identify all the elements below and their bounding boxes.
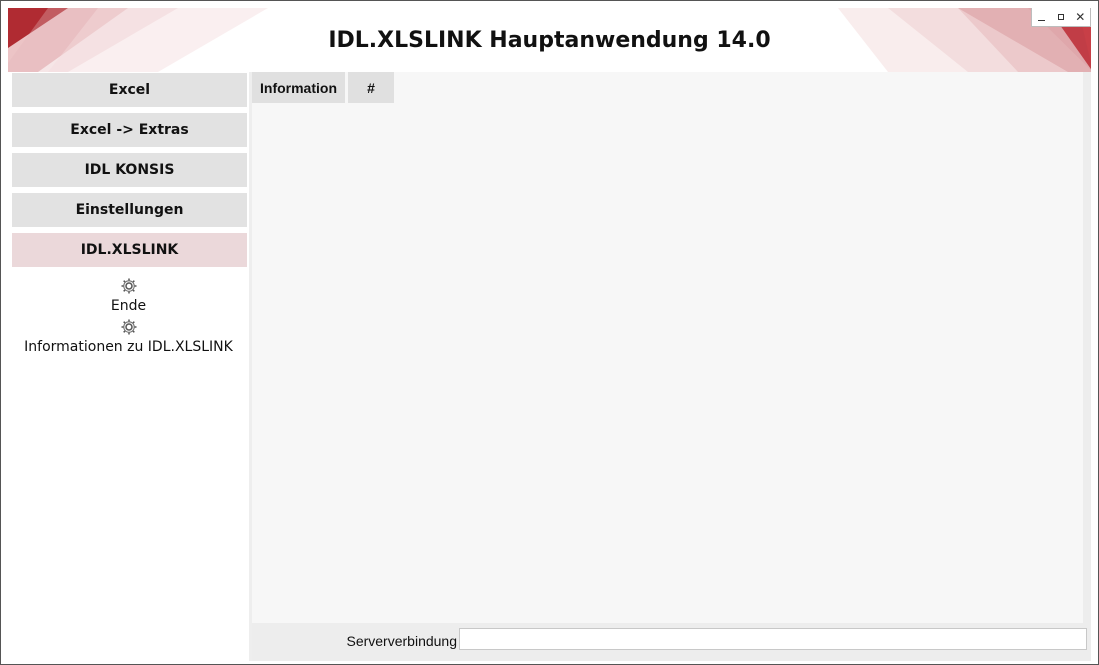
minimize-icon [1038,20,1046,21]
tab-information[interactable]: Information [252,72,345,103]
gear-icon [121,319,136,335]
maximize-button[interactable] [1053,9,1069,25]
tab-hash[interactable]: # [348,72,394,103]
tab-bar: Information # [252,72,397,103]
sidebar: Excel Excel -> Extras IDL KONSIS Einstel… [8,72,249,661]
maximize-icon [1057,14,1064,20]
window-controls: ✕ [1031,8,1091,27]
menu-item-label: Ende [110,298,147,314]
scrollbar-track[interactable] [1083,72,1091,623]
sidebar-item-idl-xlslink[interactable]: IDL.XLSLINK [12,233,247,267]
server-connection-label: Serververbindung [346,633,457,649]
sidebar-subitems: Ende Informationen zu IDL.XLSLINK [8,277,249,359]
sidebar-item-excel-extras[interactable]: Excel -> Extras [12,113,247,147]
status-bar: Serververbindung [252,623,1091,661]
menu-item-ende[interactable]: Ende [8,277,249,314]
menu-item-label: Informationen zu IDL.XLSLINK [24,339,233,355]
minimize-button[interactable] [1034,9,1050,25]
menu-item-informationen[interactable]: Informationen zu IDL.XLSLINK [8,318,249,355]
close-icon: ✕ [1075,10,1086,24]
gear-icon [121,278,136,294]
server-connection-field[interactable] [459,628,1087,650]
header: IDL.XLSLINK Hauptanwendung 14.0 ✕ [8,8,1091,72]
main-panel: Information # Serververbindung [249,72,1091,661]
window-content: IDL.XLSLINK Hauptanwendung 14.0 ✕ Excel … [8,8,1091,661]
window-title: IDL.XLSLINK Hauptanwendung 14.0 [328,28,771,53]
close-button[interactable]: ✕ [1072,9,1088,25]
sidebar-item-excel[interactable]: Excel [12,73,247,107]
app-window: IDL.XLSLINK Hauptanwendung 14.0 ✕ Excel … [0,0,1099,665]
sidebar-item-idl-konsis[interactable]: IDL KONSIS [12,153,247,187]
sidebar-item-einstellungen[interactable]: Einstellungen [12,193,247,227]
